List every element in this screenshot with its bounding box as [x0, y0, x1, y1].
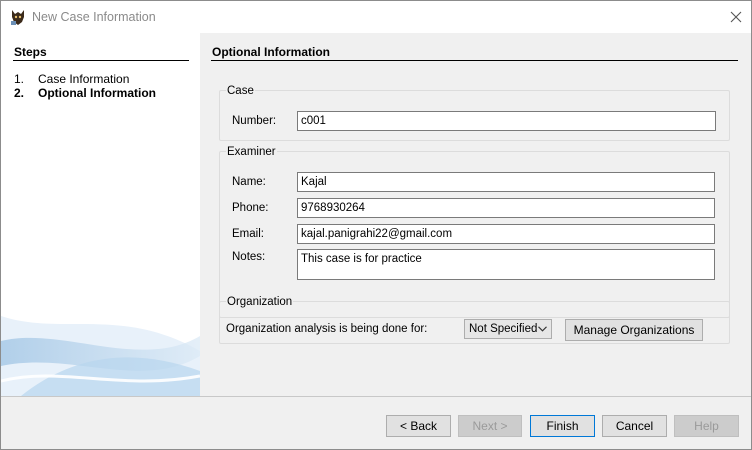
finish-button[interactable]: Finish [530, 415, 595, 437]
title-divider [211, 60, 738, 61]
organization-selected-value: Not Specified [469, 323, 538, 335]
step-optional-information: 2. Optional Information [14, 86, 156, 100]
cancel-button[interactable]: Cancel [602, 415, 667, 437]
autopsy-dog-icon [11, 10, 24, 25]
new-case-dialog: New Case Information Steps 1. Case Inform… [0, 0, 752, 450]
organization-select[interactable]: Not Specified [464, 319, 552, 339]
case-group: Case Number: [219, 85, 730, 141]
decorative-swoosh [1, 316, 200, 396]
close-button[interactable] [721, 1, 751, 33]
back-button[interactable]: < Back [386, 415, 451, 437]
window-title: New Case Information [32, 10, 156, 24]
steps-panel: Steps 1. Case Information 2. Optional Info… [1, 33, 200, 396]
optional-information-panel: Optional Information Case Number: Examin… [200, 33, 751, 396]
help-button[interactable]: Help [674, 415, 739, 437]
organization-group: Organization Organization analysis is be… [219, 296, 730, 344]
name-label: Name: [232, 176, 266, 188]
notes-textarea[interactable]: This case is for practice [297, 249, 715, 280]
steps-heading: Steps [14, 45, 47, 59]
step-label: Optional Information [38, 86, 156, 100]
number-label: Number: [232, 115, 277, 127]
phone-input[interactable] [297, 198, 715, 218]
title-bar: New Case Information [1, 1, 751, 33]
email-input[interactable] [297, 224, 715, 244]
organization-analysis-label: Organization analysis is being done for: [226, 323, 428, 335]
wizard-footer: < Back Next > Finish Cancel Help [1, 397, 751, 449]
examiner-group: Examiner Name: Phone: Email: Notes: This… [219, 146, 730, 318]
examiner-group-label: Examiner [226, 146, 277, 158]
chevron-down-icon [538, 326, 547, 332]
step-number: 2. [14, 86, 25, 100]
next-button[interactable]: Next > [458, 415, 522, 437]
page-title: Optional Information [212, 45, 330, 59]
step-label: Case Information [38, 72, 130, 86]
organization-group-label: Organization [226, 296, 294, 308]
phone-label: Phone: [232, 202, 269, 214]
steps-divider [13, 60, 189, 61]
email-label: Email: [232, 228, 264, 240]
manage-organizations-button[interactable]: Manage Organizations [565, 319, 703, 341]
case-number-input[interactable] [297, 111, 716, 131]
close-icon [730, 11, 742, 23]
name-input[interactable] [297, 172, 715, 192]
step-case-information: 1. Case Information [14, 72, 129, 86]
notes-label: Notes: [232, 251, 266, 263]
step-number: 1. [14, 72, 25, 86]
case-group-label: Case [226, 85, 255, 97]
